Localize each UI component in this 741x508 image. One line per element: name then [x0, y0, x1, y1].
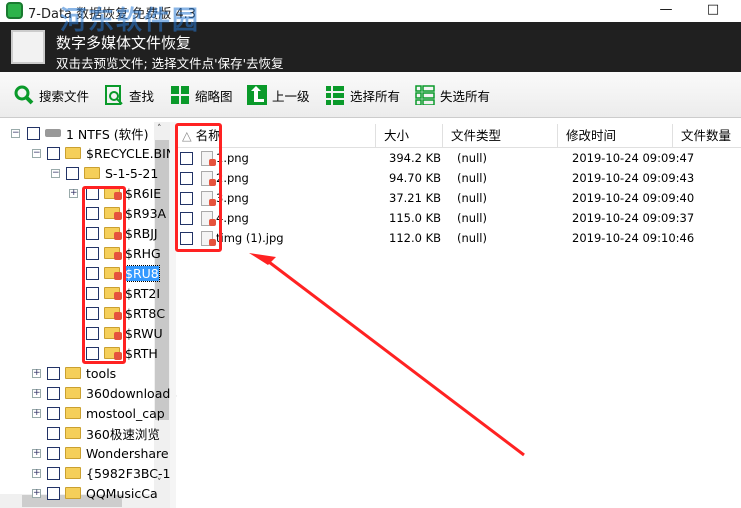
- annotation-arrow: [249, 253, 525, 457]
